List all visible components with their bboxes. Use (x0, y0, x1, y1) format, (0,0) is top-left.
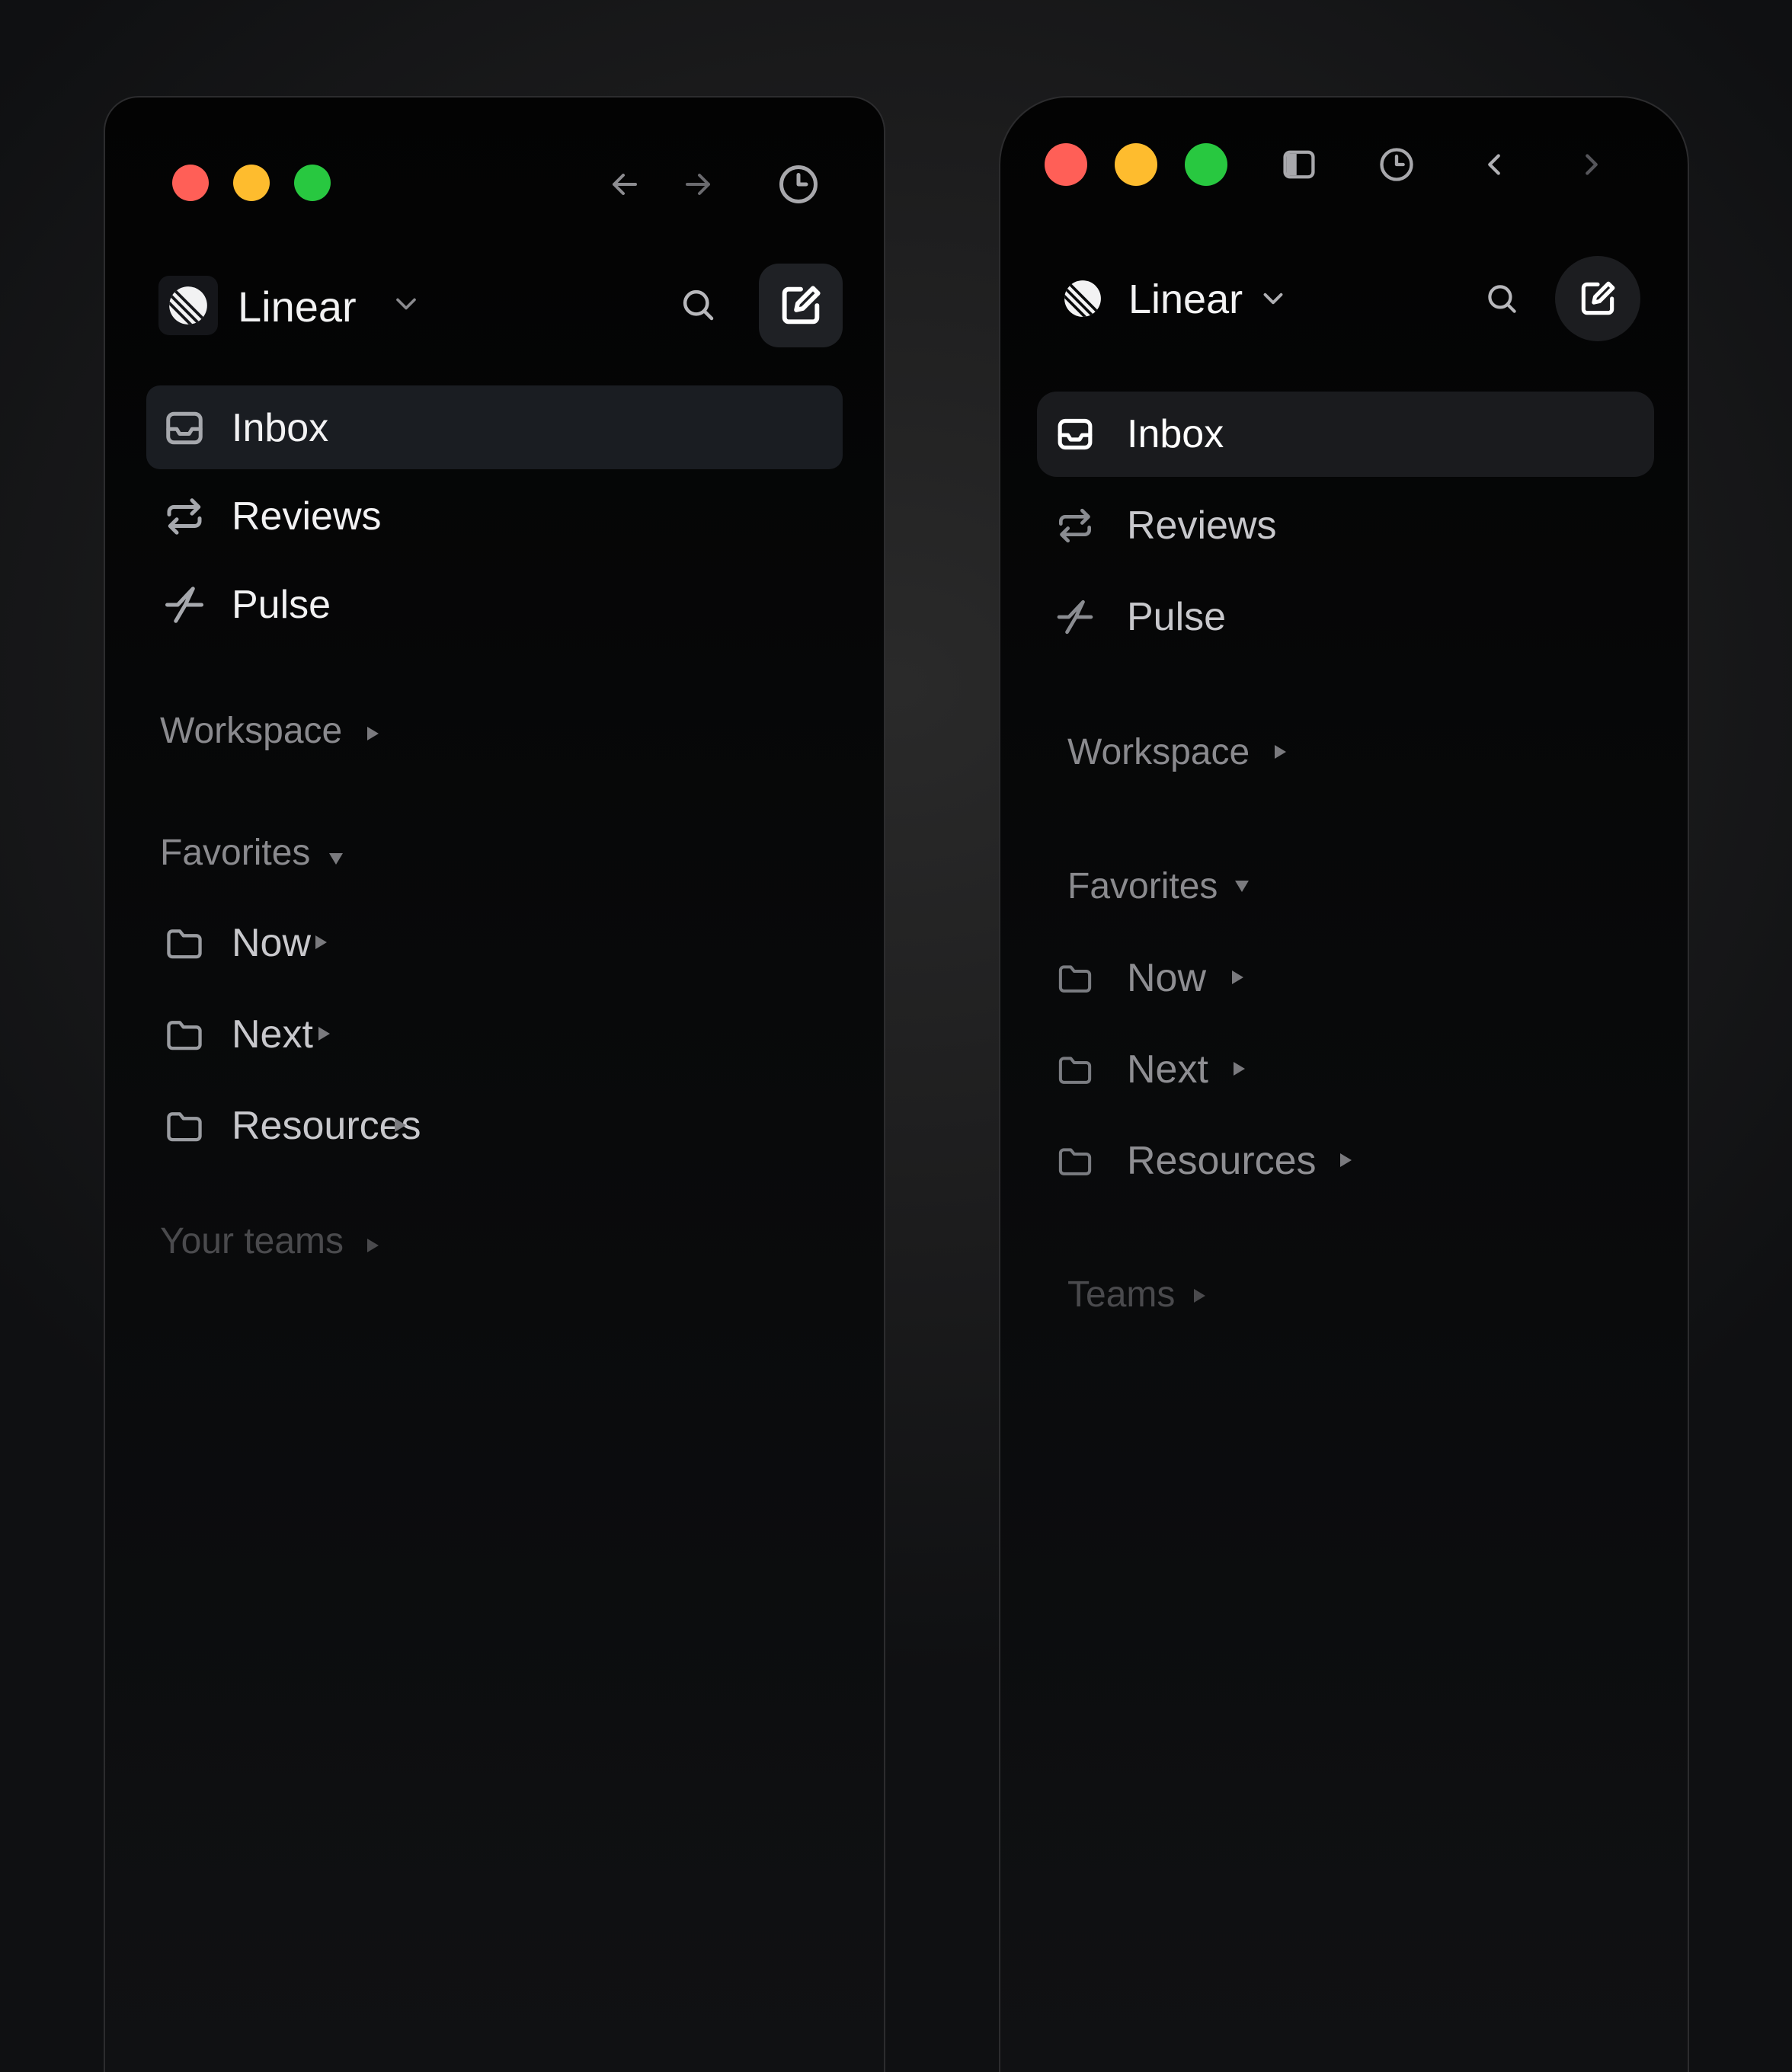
folder-icon (1052, 955, 1098, 1001)
favorite-label: Next (1127, 1047, 1208, 1092)
arrow-left-icon[interactable] (603, 163, 646, 206)
favorite-label: Now (232, 921, 312, 965)
caret-right-icon (395, 1118, 406, 1132)
caret-right-icon (367, 727, 379, 740)
chevron-left-icon[interactable] (1473, 143, 1515, 186)
minimize-button[interactable] (233, 165, 270, 201)
nav-item-label: Inbox (1127, 412, 1224, 456)
nav-item-reviews[interactable]: Reviews (1037, 483, 1654, 568)
favorite-label: Next (232, 1012, 313, 1057)
clock-icon[interactable] (1375, 143, 1418, 186)
compose-button[interactable] (759, 264, 843, 347)
close-button[interactable] (172, 165, 209, 201)
chevron-down-icon[interactable] (387, 285, 425, 323)
section-teams[interactable]: Teams (1067, 1271, 1372, 1324)
chevron-right-icon[interactable] (1570, 143, 1613, 186)
folder-icon (160, 919, 209, 967)
pulse-icon (1052, 594, 1098, 640)
caret-right-icon (1232, 970, 1243, 984)
folder-icon (1052, 1047, 1098, 1092)
workspace-name[interactable]: Linear (238, 286, 357, 328)
nav-item-label: Inbox (232, 406, 329, 450)
arrow-right-icon[interactable] (677, 163, 719, 206)
close-button[interactable] (1045, 143, 1087, 186)
caret-right-icon (1194, 1289, 1205, 1303)
workspace-logo[interactable] (158, 276, 218, 335)
nav-item-inbox[interactable]: Inbox (1037, 392, 1654, 477)
section-workspace[interactable]: Workspace (1067, 728, 1372, 782)
favorite-label: Resources (1127, 1139, 1317, 1183)
chevron-down-icon[interactable] (1255, 280, 1291, 317)
favorite-item-now[interactable]: Now (1037, 940, 1654, 1016)
repeat-icon (1052, 503, 1098, 548)
nav-item-label: Pulse (1127, 595, 1227, 639)
nav-item-pulse[interactable]: Pulse (1037, 574, 1654, 660)
section-title: Teams (1067, 1274, 1176, 1315)
sidebar-window-left: Linear Inbox Reviews Pulse Workspace Fav… (104, 96, 885, 2072)
caret-down-icon (1235, 881, 1249, 892)
favorite-item-resources[interactable]: Resources (146, 1088, 843, 1164)
zoom-button[interactable] (294, 165, 331, 201)
search-icon[interactable] (674, 280, 722, 329)
folder-icon (1052, 1138, 1098, 1184)
section-teams[interactable]: Your teams (160, 1217, 465, 1271)
favorite-item-next[interactable]: Next (1037, 1031, 1654, 1108)
linear-logo-icon (169, 286, 207, 325)
favorite-item-resources[interactable]: Resources (1037, 1123, 1654, 1199)
section-title: Favorites (1067, 866, 1218, 906)
nav-item-label: Reviews (232, 494, 382, 539)
workspace-name[interactable]: Linear (1128, 279, 1243, 320)
repeat-icon (160, 492, 209, 541)
caret-down-icon (329, 853, 343, 865)
favorite-label: Now (1127, 956, 1207, 1000)
folder-icon (160, 1102, 209, 1150)
sidebar-toggle-icon[interactable] (1278, 143, 1320, 186)
section-workspace[interactable]: Workspace (160, 707, 465, 760)
caret-right-icon (318, 1027, 330, 1041)
section-title: Workspace (160, 711, 343, 751)
caret-right-icon (1234, 1062, 1245, 1076)
section-favorites[interactable]: Favorites (1067, 862, 1372, 916)
favorite-label: Resources (232, 1104, 421, 1148)
section-title: Workspace (1067, 732, 1250, 772)
section-title: Favorites (160, 833, 311, 873)
nav-item-pulse[interactable]: Pulse (146, 562, 843, 646)
minimize-button[interactable] (1115, 143, 1157, 186)
nav-item-label: Pulse (232, 583, 331, 627)
favorite-item-now[interactable]: Now (146, 905, 843, 981)
clock-icon[interactable] (774, 160, 823, 209)
favorite-item-next[interactable]: Next (146, 996, 843, 1073)
zoom-button[interactable] (1185, 143, 1227, 186)
sidebar-window-right: Linear Inbox Reviews Pulse Workspace Fav… (999, 96, 1689, 2072)
inbox-icon (1052, 411, 1098, 457)
nav-item-reviews[interactable]: Reviews (146, 474, 843, 558)
linear-logo-icon (1064, 280, 1101, 317)
caret-right-icon (367, 1239, 379, 1252)
workspace-logo[interactable] (1061, 277, 1104, 320)
inbox-icon (160, 404, 209, 452)
nav-item-label: Reviews (1127, 504, 1277, 548)
compose-icon (1581, 281, 1615, 315)
folder-icon (160, 1010, 209, 1059)
search-icon[interactable] (1480, 277, 1523, 320)
nav-item-inbox[interactable]: Inbox (146, 385, 843, 469)
caret-right-icon (315, 935, 327, 949)
compose-button[interactable] (1555, 256, 1640, 341)
pulse-icon (160, 580, 209, 629)
section-title: Your teams (160, 1221, 344, 1261)
caret-right-icon (1340, 1153, 1352, 1167)
caret-right-icon (1275, 745, 1286, 759)
section-favorites[interactable]: Favorites (160, 829, 465, 882)
compose-icon (782, 286, 821, 325)
